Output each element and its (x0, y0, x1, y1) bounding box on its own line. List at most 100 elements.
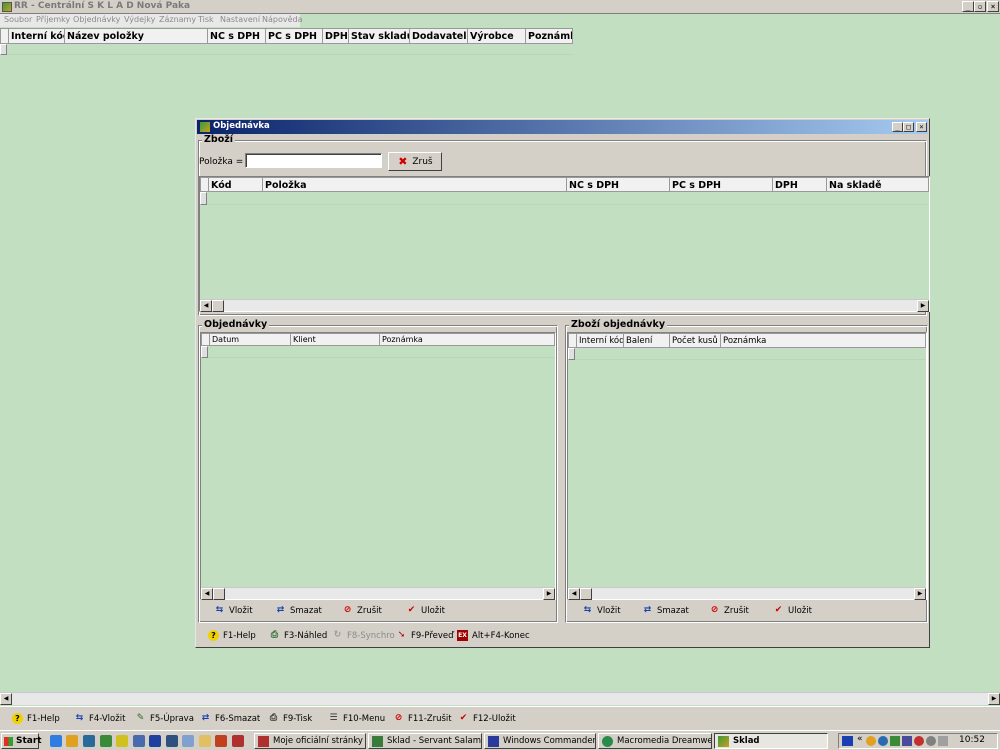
col-nc-s-dph[interactable]: NC s DPH (567, 178, 670, 191)
fkey-f6-smazat[interactable]: ⇄ F6-Smazat (200, 713, 261, 724)
row-indicator[interactable] (568, 348, 575, 360)
close-button[interactable]: × (987, 1, 999, 12)
col-nazev-polozky[interactable]: Název položky (65, 29, 208, 43)
tray-icon-5[interactable] (914, 736, 924, 746)
objednavky-zrusit-button[interactable]: ⊘ Zrušit (342, 605, 382, 616)
fkey-f1-help[interactable]: ? F1-Help (12, 713, 60, 724)
col-polozka[interactable]: Položka (263, 178, 567, 191)
minimize-button[interactable]: _ (962, 1, 974, 12)
tray-icon-3[interactable] (890, 736, 900, 746)
col-nc-s-dph[interactable]: NC s DPH (208, 29, 266, 43)
zrus-button[interactable]: ✖ Zruš (388, 152, 442, 171)
col-poznamka[interactable]: Poznámka (721, 334, 927, 347)
col-datum[interactable]: Datum (210, 334, 291, 345)
col-na-sklade[interactable]: Na skladě (827, 178, 929, 191)
scroll-right-icon[interactable]: ▶ (988, 693, 1000, 705)
fkey-f12-ulozit[interactable]: ✔ F12-Uložit (458, 713, 516, 724)
tray-icon-4[interactable] (902, 736, 912, 746)
menu-tisk[interactable]: Tisk (198, 15, 214, 24)
row-indicator[interactable] (201, 346, 208, 358)
tray-icon-1[interactable] (866, 736, 876, 746)
zbozi-obj-vlozit-button[interactable]: ⇆ Vložit (582, 605, 621, 616)
main-hscrollbar[interactable]: ◀ ▶ (0, 692, 1000, 705)
tray-icon-2[interactable] (878, 736, 888, 746)
objednavky-vlozit-button[interactable]: ⇆ Vložit (214, 605, 253, 616)
f8-synchro-button[interactable]: ↻ F8-Synchro (332, 630, 395, 641)
scroll-left-icon[interactable]: ◀ (200, 300, 212, 312)
fkey-f9-tisk[interactable]: ⎙ F9-Tisk (268, 713, 312, 724)
menu-soubor[interactable]: Soubor (4, 15, 32, 24)
quicklaunch-tools-icon[interactable] (232, 735, 244, 747)
quicklaunch-media-icon[interactable] (215, 735, 227, 747)
dialog-close-button[interactable]: × (916, 122, 927, 132)
col-baleni[interactable]: Balení (624, 334, 670, 347)
zbozi-obj-smazat-button[interactable]: ⇄ Smazat (642, 605, 689, 616)
col-kod[interactable]: Kód (209, 178, 263, 191)
start-button[interactable]: Start (1, 733, 42, 749)
scroll-left-icon[interactable]: ◀ (201, 588, 213, 600)
objednavky-hscrollbar[interactable]: ◀ ▶ (201, 587, 555, 600)
quicklaunch-ie-icon[interactable] (50, 735, 62, 747)
scroll-thumb[interactable] (212, 300, 224, 312)
col-poznamka[interactable]: Poznámk (526, 29, 572, 43)
col-pocet-kusu[interactable]: Počet kusů (670, 334, 721, 347)
quicklaunch-app-icon[interactable] (100, 735, 112, 747)
main-grid-row[interactable] (0, 44, 573, 55)
scroll-left-icon[interactable]: ◀ (568, 588, 580, 600)
menu-prijemky[interactable]: Příjemky (36, 15, 70, 24)
f1-help-button[interactable]: ? F1-Help (208, 630, 256, 641)
objednavky-grid-row[interactable] (201, 346, 555, 358)
polozka-input[interactable] (245, 153, 382, 168)
col-dph[interactable]: DPH (773, 178, 827, 191)
scroll-right-icon[interactable]: ▶ (917, 300, 929, 312)
clock[interactable]: 10:52 (959, 735, 985, 745)
restore-button[interactable]: ▫ (974, 1, 986, 12)
scroll-right-icon[interactable]: ▶ (914, 588, 926, 600)
dialog-maximize-button[interactable]: □ (903, 122, 914, 132)
col-klient[interactable]: Klient (291, 334, 380, 345)
menu-zaznamy[interactable]: Záznamy (159, 15, 196, 24)
quicklaunch-disk-icon[interactable] (149, 735, 161, 747)
quicklaunch-folder-icon[interactable] (66, 735, 78, 747)
row-indicator[interactable] (200, 192, 207, 205)
col-pc-s-dph[interactable]: PC s DPH (266, 29, 323, 43)
tray-app-icon[interactable] (842, 736, 853, 746)
col-interni-kod[interactable]: Interní kód (9, 29, 65, 43)
scroll-thumb[interactable] (580, 588, 592, 600)
quicklaunch-notes-icon[interactable] (199, 735, 211, 747)
task-sklad-servant[interactable]: Sklad - Servant Salaman... (368, 733, 482, 749)
objednavky-ulozit-button[interactable]: ✔ Uložit (406, 605, 445, 616)
f9-prevod-button[interactable]: ➘ F9-Převeď (396, 630, 454, 641)
tray-network-icon[interactable] (938, 736, 948, 746)
col-interni-kod[interactable]: Interní kód (577, 334, 624, 347)
quicklaunch-paint-icon[interactable] (182, 735, 194, 747)
col-stav-skladu[interactable]: Stav skladu (349, 29, 410, 43)
task-dreamweaver[interactable]: Macromedia Dreamweav... (598, 733, 712, 749)
col-dph[interactable]: DPH (323, 29, 349, 43)
fkey-f10-menu[interactable]: ☰ F10-Menu (328, 713, 385, 724)
zbozi-obj-zrusit-button[interactable]: ⊘ Zrušit (709, 605, 749, 616)
dialog-titlebar[interactable]: Objednávka _ □ × (197, 120, 928, 134)
col-pc-s-dph[interactable]: PC s DPH (670, 178, 773, 191)
menu-objednavky[interactable]: Objednávky (73, 15, 120, 24)
quicklaunch-network-icon[interactable] (166, 735, 178, 747)
alt-f4-konec-button[interactable]: EX Alt+F4-Konec (457, 630, 530, 641)
tray-volume-icon[interactable] (926, 736, 936, 746)
col-poznamka[interactable]: Poznámka (380, 334, 556, 345)
zbozi-obj-ulozit-button[interactable]: ✔ Uložit (773, 605, 812, 616)
tray-expand-chevron[interactable]: « (857, 734, 863, 744)
fkey-f5-uprava[interactable]: ✎ F5-Úprava (135, 713, 194, 724)
zbozi-hscrollbar[interactable]: ◀ ▶ (200, 299, 929, 312)
f3-nahled-button[interactable]: ⎙ F3-Náhled (269, 630, 327, 641)
col-vyrobce[interactable]: Výrobce (468, 29, 526, 43)
row-indicator[interactable] (0, 44, 7, 55)
dialog-minimize-button[interactable]: _ (892, 122, 903, 132)
menu-nastaveni[interactable]: Nastavení (220, 15, 260, 24)
task-moje-oficialni-stranky[interactable]: Moje oficiální stránky - ... (254, 733, 366, 749)
quicklaunch-globe-icon[interactable] (83, 735, 95, 747)
app-titlebar[interactable]: RR - Centrální S K L A D Nová Paka _ ▫ × (0, 0, 1000, 14)
quicklaunch-tool-icon[interactable] (116, 735, 128, 747)
menu-vydejky[interactable]: Výdejky (124, 15, 155, 24)
quicklaunch-mail-icon[interactable] (133, 735, 145, 747)
fkey-f4-vlozit[interactable]: ⇆ F4-Vložit (74, 713, 126, 724)
